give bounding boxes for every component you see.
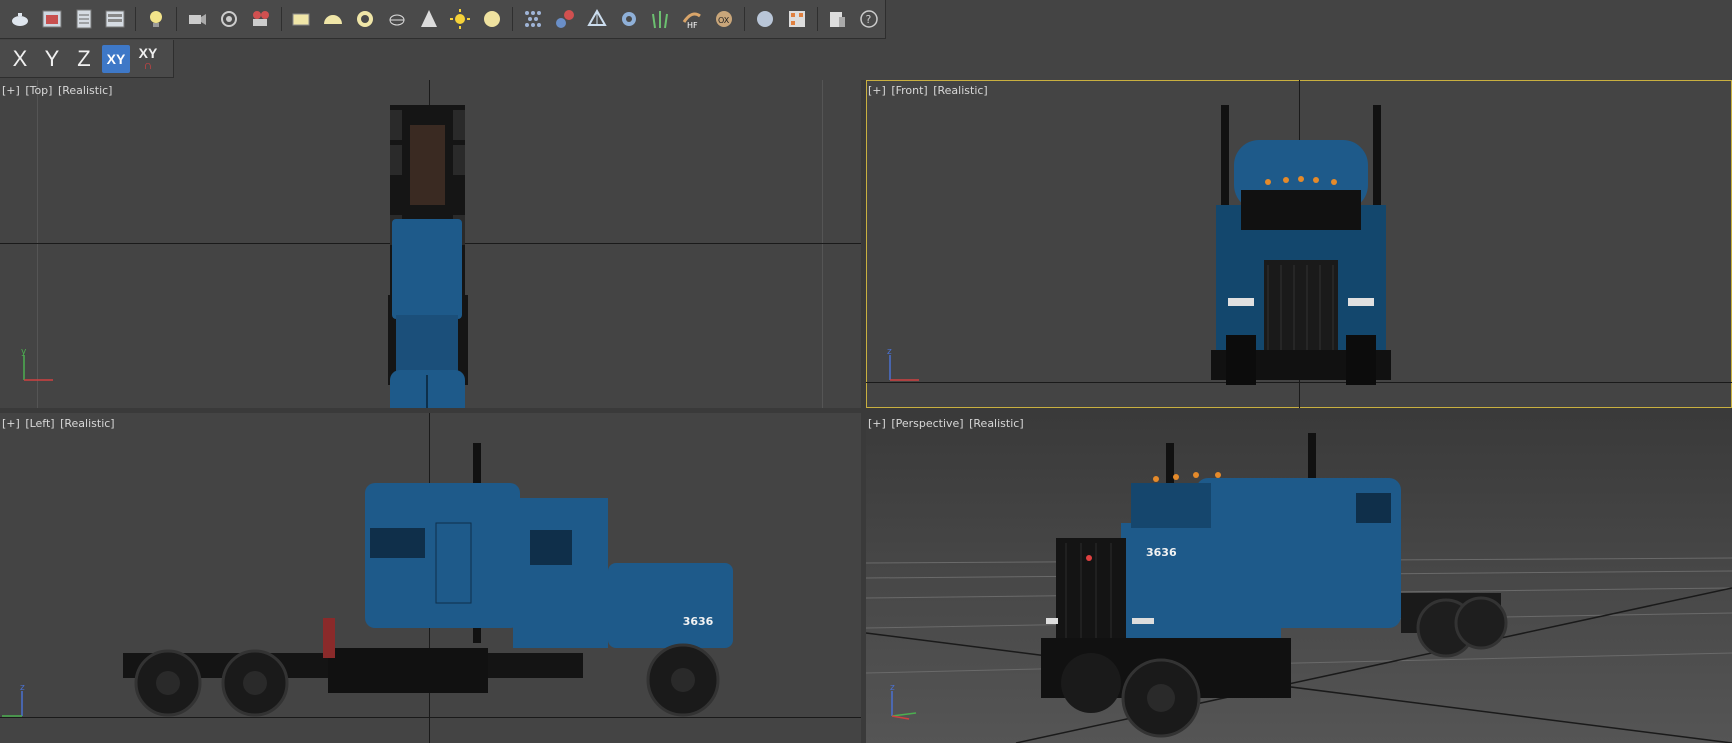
svg-text:OX: OX — [718, 16, 730, 25]
truck-front-view — [1211, 105, 1391, 385]
axis-gizmo: z — [2, 683, 25, 717]
hemisphere-icon[interactable] — [319, 5, 347, 33]
toolbar-separator — [743, 7, 745, 31]
material-ball-icon[interactable] — [751, 5, 779, 33]
material-editor-icon[interactable] — [783, 5, 811, 33]
space-warp-icon[interactable] — [583, 5, 611, 33]
sun-icon[interactable] — [447, 5, 475, 33]
truck-number: 3636 — [683, 615, 714, 628]
light-icon[interactable] — [142, 5, 170, 33]
cone-icon[interactable] — [415, 5, 443, 33]
svg-text:z: z — [890, 683, 895, 693]
torus-icon[interactable] — [351, 5, 379, 33]
xy-snap-button[interactable]: XY ∩ — [134, 45, 162, 73]
viewport-perspective[interactable]: [+] [Perspective] [Realistic] 3636 z — [866, 413, 1732, 743]
svg-text:z: z — [887, 347, 892, 357]
hf-icon[interactable]: HF — [678, 5, 706, 33]
y-axis-button[interactable]: Y — [38, 45, 66, 73]
toolbar-separator — [280, 7, 282, 31]
truck-perspective-view: 3636 — [1041, 433, 1508, 738]
viewport-label[interactable]: [+] [Front] [Realistic] — [868, 84, 990, 97]
toolbar-separator — [176, 7, 178, 31]
axis-gizmo: z — [890, 683, 917, 720]
svg-text:?: ? — [866, 13, 872, 26]
svg-text:y: y — [21, 347, 27, 357]
viewport-front[interactable]: [+] [Front] [Realistic] z — [866, 80, 1732, 408]
svg-text:z: z — [20, 683, 25, 693]
svg-text:HF: HF — [687, 21, 698, 30]
z-axis-button[interactable]: Z — [70, 45, 98, 73]
plane-icon[interactable] — [288, 5, 316, 33]
camera-icon[interactable] — [183, 5, 211, 33]
video-camera-icon[interactable] — [247, 5, 275, 33]
toolbar-separator — [512, 7, 514, 31]
viewport-left[interactable]: [+] [Left] [Realistic] 3636 z — [0, 413, 861, 743]
viewport-label[interactable]: [+] [Left] [Realistic] — [2, 417, 117, 430]
viewport-label[interactable]: [+] [Top] [Realistic] — [2, 84, 114, 97]
truck-left-view: 3636 — [123, 443, 733, 717]
clipboard-icon[interactable] — [824, 5, 852, 33]
axis-gizmo: y — [21, 347, 53, 381]
viewport-divider-horizontal[interactable] — [0, 408, 1732, 413]
render-settings-icon[interactable] — [101, 5, 129, 33]
particle-icon[interactable] — [519, 5, 547, 33]
scatter-icon[interactable]: OX — [710, 5, 738, 33]
toolbar-separator — [135, 7, 137, 31]
truck-number-perspective: 3636 — [1146, 546, 1177, 559]
sound-icon[interactable] — [215, 5, 243, 33]
teapot-mesh-icon[interactable] — [383, 5, 411, 33]
toolbar-separator — [816, 7, 818, 31]
viewport-top[interactable]: [+] [Top] [Realistic] y — [0, 80, 861, 408]
grass-icon[interactable] — [646, 5, 674, 33]
render-setup-icon[interactable] — [70, 5, 98, 33]
gear-icon[interactable] — [615, 5, 643, 33]
grid-line — [822, 80, 823, 408]
viewport-label[interactable]: [+] [Perspective] [Realistic] — [868, 417, 1026, 430]
x-axis-button[interactable]: X — [6, 45, 34, 73]
render-frame-icon[interactable] — [38, 5, 66, 33]
xy-snap-label: XY — [138, 44, 158, 61]
dynamics-icon[interactable] — [551, 5, 579, 33]
magnet-icon: ∩ — [143, 57, 153, 72]
truck-top-view — [388, 105, 468, 408]
sphere-icon[interactable] — [478, 5, 506, 33]
teapot-icon[interactable] — [6, 5, 34, 33]
axis-constraint-toolbar: X Y Z XY XY ∩ — [0, 40, 174, 78]
main-toolbar: HF OX ? — [0, 0, 886, 39]
help-icon[interactable]: ? — [855, 5, 883, 33]
axis-gizmo: z — [887, 347, 919, 381]
xy-plane-button[interactable]: XY — [102, 44, 130, 73]
